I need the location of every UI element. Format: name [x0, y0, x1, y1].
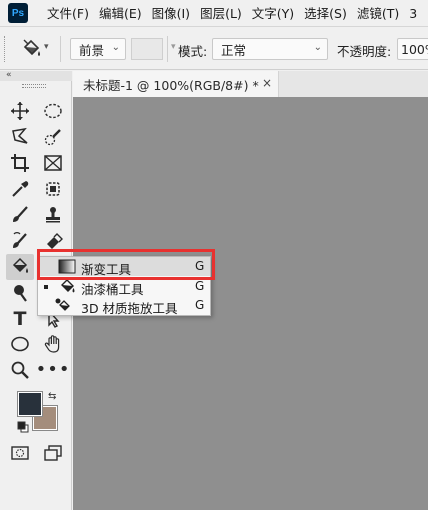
options-bar-grip[interactable] — [4, 36, 6, 62]
chevron-down-icon: ⌄ — [313, 42, 322, 53]
spot-healing-icon[interactable] — [41, 177, 65, 201]
default-colors-icon[interactable] — [17, 421, 29, 433]
tool-preset-caret-icon[interactable]: ▾ — [44, 42, 49, 52]
more-tools-glyph: ••• — [35, 359, 71, 380]
menu-image[interactable]: 图像(I) — [147, 0, 195, 27]
flyout-label: 渐变工具 — [81, 262, 132, 277]
opacity-label: 不透明度: — [337, 44, 392, 59]
type-tool-glyph: T — [13, 308, 27, 330]
opacity-value: 100% — [401, 41, 428, 57]
crop-icon[interactable] — [8, 151, 32, 175]
menu-bar: Ps 文件(F) 编辑(E) 图像(I) 图层(L) 文字(Y) 选择(S) 滤… — [0, 0, 428, 27]
history-brush-icon[interactable] — [8, 229, 32, 253]
eyedropper-icon[interactable] — [8, 177, 32, 201]
quick-selection-icon[interactable] — [41, 125, 65, 149]
blend-mode-select[interactable]: 正常 ⌄ — [212, 38, 328, 60]
flyout-item-gradient[interactable]: 渐变工具 G — [38, 257, 210, 277]
options-separator — [60, 36, 61, 62]
menu-edit[interactable]: 编辑(E) — [94, 0, 147, 27]
hand-tool-icon[interactable] — [41, 332, 65, 356]
pattern-picker[interactable] — [131, 38, 163, 60]
menu-layer[interactable]: 图层(L) — [195, 0, 247, 27]
flyout-shortcut: G — [195, 279, 205, 293]
toolbar-grip[interactable] — [22, 84, 46, 88]
collapse-toolbar-icon[interactable]: « — [6, 70, 12, 80]
eraser-icon[interactable] — [41, 229, 65, 253]
opacity-input[interactable]: 100% — [397, 38, 428, 60]
mode-label: 模式: — [178, 44, 208, 59]
3d-material-drop-icon — [54, 297, 72, 314]
document-tab-title: 未标题-1 @ 100%(RGB/8#) * — [83, 77, 259, 93]
flyout-item-paint-bucket[interactable]: 油漆桶工具 G — [38, 277, 210, 297]
brush-icon[interactable] — [8, 203, 32, 227]
quick-mask-icon[interactable] — [8, 441, 32, 465]
polygonal-lasso-icon[interactable] — [8, 125, 32, 149]
menu-type[interactable]: 文字(Y) — [247, 0, 299, 27]
active-tool-bullet — [44, 285, 48, 289]
ellipse-tool-icon[interactable] — [8, 332, 32, 356]
chevron-down-icon: ⌄ — [111, 42, 120, 53]
frame-tool-icon[interactable] — [41, 151, 65, 175]
menu-select[interactable]: 选择(S) — [299, 0, 352, 27]
paint-bucket-icon[interactable] — [20, 38, 42, 60]
photoshop-logo: Ps — [8, 3, 28, 23]
swap-colors-icon[interactable]: ⇆ — [48, 391, 56, 402]
screen-mode-icon[interactable] — [41, 441, 65, 465]
pattern-caret-icon[interactable]: ▾ — [171, 42, 176, 52]
more-tools-icon[interactable]: ••• — [36, 358, 70, 382]
flyout-item-3d-material-drop[interactable]: 3D 材质拖放工具 G — [38, 296, 210, 316]
fill-source-select[interactable]: 前景 ⌄ — [70, 38, 126, 60]
move-tool-icon[interactable] — [8, 99, 32, 123]
flyout-label: 3D 材质拖放工具 — [81, 301, 178, 316]
options-bar: ▾ 前景 ⌄ ▾ 模式: 正常 ⌄ 不透明度: 100% — [0, 28, 428, 70]
type-tool-icon[interactable]: T — [8, 307, 32, 331]
flyout-shortcut: G — [195, 298, 205, 312]
foreground-color-swatch[interactable] — [17, 391, 43, 417]
document-tab-bar: 未标题-1 @ 100%(RGB/8#) * × — [73, 71, 428, 97]
menu-filter[interactable]: 滤镜(T) — [352, 0, 404, 27]
menu-file[interactable]: 文件(F) — [42, 0, 94, 27]
clone-stamp-icon[interactable] — [41, 203, 65, 227]
paint-bucket-tool-icon[interactable] — [6, 254, 34, 280]
tool-flyout-menu: 渐变工具 G 油漆桶工具 G 3D 材质拖放工具 G — [37, 256, 211, 316]
menu-3d[interactable]: 3 — [404, 0, 422, 27]
flyout-shortcut: G — [195, 259, 205, 273]
gradient-icon — [58, 258, 76, 275]
paint-bucket-icon — [58, 278, 76, 295]
dodge-icon[interactable] — [8, 281, 32, 305]
close-icon[interactable]: × — [262, 76, 272, 90]
fill-source-value: 前景 — [79, 42, 105, 58]
blend-mode-value: 正常 — [221, 42, 247, 58]
document-tab[interactable]: 未标题-1 @ 100%(RGB/8#) * — [73, 71, 279, 97]
options-separator — [167, 36, 168, 62]
zoom-tool-icon[interactable] — [8, 358, 32, 382]
elliptical-marquee-icon[interactable] — [41, 99, 65, 123]
